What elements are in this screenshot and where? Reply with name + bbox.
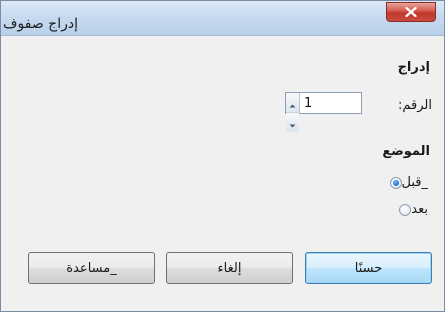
number-label: الرقم: [398,98,432,113]
radio-selected-dot [392,179,399,186]
chevron-up-icon [289,93,296,112]
close-button[interactable] [386,2,436,22]
radio-button-icon[interactable] [389,176,402,189]
title-bar[interactable]: إدراج صفوف [1,1,444,36]
radio-after-label[interactable]: بعد [411,202,428,217]
number-field-value[interactable]: 1 [300,96,312,111]
window-title: إدراج صفوف [3,16,78,32]
radio-before[interactable]: _قبل [389,175,432,190]
close-icon [405,7,417,17]
dialog-window: إدراج صفوف إدراج الرقم: 1 الموضع _قبل بع… [0,0,445,312]
radio-before-label[interactable]: _قبل [402,175,428,190]
radio-after[interactable]: بعد [399,202,432,217]
chevron-down-icon [289,113,296,132]
help-button[interactable]: _مساعدة [28,252,155,284]
number-spinner[interactable]: 1 [285,92,362,132]
spin-down-button[interactable] [286,113,299,132]
spinner-buttons [286,93,300,132]
radio-button-icon[interactable] [399,203,412,216]
position-group-label: الموضع [382,144,430,159]
insert-group-label: إدراج [397,60,430,75]
ok-button[interactable]: حسنًا [305,252,432,284]
cancel-button[interactable]: إلغاء [166,252,293,284]
spin-up-button[interactable] [286,93,299,113]
